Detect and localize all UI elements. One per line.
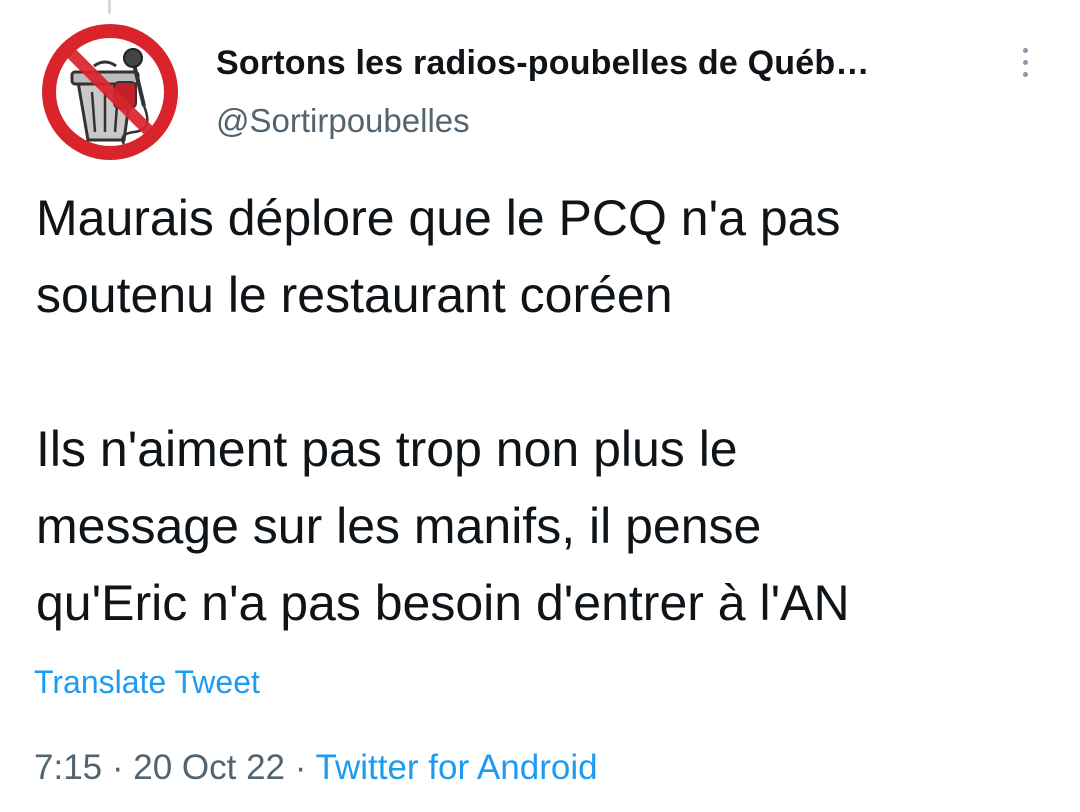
vertical-ellipsis-icon [1022, 47, 1028, 53]
tweet-text: Maurais déplore que le PCQ n'a pas soute… [36, 190, 850, 631]
vertical-ellipsis-icon [1022, 71, 1028, 77]
more-options-button[interactable] [1008, 40, 1042, 84]
meta-separator: · [294, 748, 307, 787]
author-display-name[interactable]: Sortons les radios-poubelles de Québ… [216, 44, 870, 83]
translate-tweet-link[interactable]: Translate Tweet [34, 664, 260, 701]
tweet-metadata: 7:15 · 20 Oct 22 · Twitter for Android [34, 748, 598, 788]
thread-connector-line [108, 0, 111, 14]
meta-separator: · [111, 748, 124, 787]
no-trash-radio-logo-icon [42, 24, 178, 160]
avatar[interactable] [38, 20, 182, 164]
tweet-source-link[interactable]: Twitter for Android [316, 748, 598, 787]
vertical-ellipsis-icon [1022, 59, 1028, 65]
tweet-date: 20 Oct 22 [133, 748, 286, 787]
tweet-time: 7:15 [34, 748, 103, 787]
author-handle[interactable]: @Sortirpoubelles [216, 102, 470, 140]
